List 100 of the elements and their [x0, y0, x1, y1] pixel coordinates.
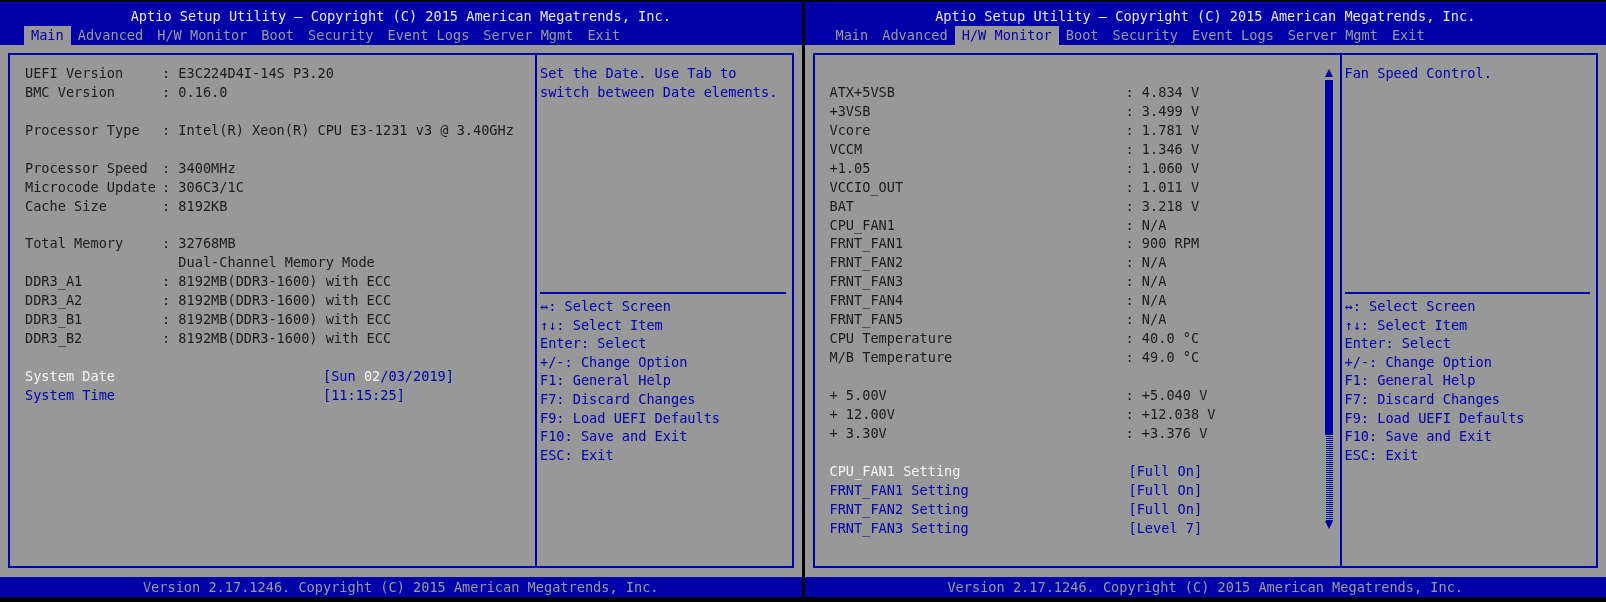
- key-hint: +/-: Change Option: [1344, 352, 1493, 372]
- menu-tab[interactable]: Exit: [1384, 26, 1432, 45]
- version-text: Version 2.17.1246. Copyright (C) 2015 American Megatrends, Inc.: [142, 579, 659, 595]
- field-label: Processor Speed: [25, 158, 149, 178]
- field-label: FRNT_FAN1: [829, 234, 905, 254]
- key-hint: F1: General Help: [540, 371, 672, 390]
- field-value: : +12.038 V: [1125, 404, 1216, 424]
- menu-tab[interactable]: Boot: [254, 26, 301, 45]
- field-value: : 8192KB: [162, 196, 228, 216]
- key-hint: Enter: Select: [540, 334, 648, 353]
- field-label: BAT: [829, 196, 856, 216]
- field-label: + 5.00V: [829, 385, 888, 405]
- field-value: : 1.346 V: [1125, 139, 1200, 159]
- menu-tab[interactable]: Boot: [1058, 26, 1106, 45]
- field-value: : N/A: [1125, 272, 1167, 292]
- menu-tab[interactable]: Main: [24, 26, 71, 45]
- field-value: Dual-Channel Memory Mode: [177, 253, 375, 273]
- field-value: : 40.0 °C: [1125, 329, 1200, 349]
- key-hint: F10: Save and Exit: [540, 427, 689, 446]
- field-value: : 3.218 V: [1125, 196, 1200, 216]
- menu-tab[interactable]: Security: [301, 26, 381, 45]
- setting-item[interactable]: FRNT_FAN3 Setting: [829, 518, 1129, 538]
- key-hint: F7: Discard Changes: [1344, 389, 1501, 409]
- key-hint: ↑↓: Select Item: [540, 315, 664, 335]
- field-value: : +5.040 V: [1125, 385, 1208, 405]
- setting-value[interactable]: [Full On]: [1128, 461, 1203, 481]
- field-label: DDR3_A1: [25, 272, 84, 292]
- field-value: : N/A: [1125, 215, 1167, 235]
- field-value: : 8192MB(DDR3-1600) with ECC: [162, 329, 392, 349]
- menu-tab[interactable]: Exit: [580, 26, 628, 45]
- field-label: Processor Type: [25, 120, 141, 140]
- field-label: Vcore: [829, 120, 872, 140]
- setting-item[interactable]: CPU_FAN1 Setting: [829, 461, 1129, 481]
- setting-value[interactable]: [Full On]: [1128, 480, 1203, 500]
- key-hint: ↔: Select Screen: [1344, 297, 1477, 316]
- menu-tab[interactable]: Security: [1105, 26, 1185, 45]
- key-hint: +/-: Change Option: [540, 352, 689, 372]
- field-value: : 8192MB(DDR3-1600) with ECC: [162, 272, 392, 292]
- window-title: Aptio Setup Utility – Copyright (C) 2015 American Megatrends, Inc.: [129, 7, 672, 26]
- key-hint: F1: General Help: [1344, 371, 1477, 390]
- scrollbar[interactable]: [1324, 69, 1334, 529]
- setting-value[interactable]: [Full On]: [1128, 499, 1203, 519]
- field-value: : 3400MHz: [162, 158, 236, 178]
- key-hint: F9: Load UEFI Defaults: [1344, 408, 1526, 428]
- setting-value[interactable]: [Level 7]: [1128, 518, 1203, 538]
- menu-tab[interactable]: Main: [828, 26, 876, 45]
- field-label: VCCIO_OUT: [829, 177, 905, 197]
- key-hint: F9: Load UEFI Defaults: [540, 408, 722, 428]
- field-label: Microcode Update: [25, 177, 157, 197]
- setting-item[interactable]: System Date: [25, 367, 323, 386]
- key-hint: ESC: Exit: [540, 445, 615, 465]
- field-label: M/B Temperature: [829, 348, 954, 367]
- menu-tab[interactable]: Event Logs: [380, 26, 477, 45]
- field-value: : N/A: [1125, 291, 1167, 311]
- setting-item[interactable]: System Time: [25, 385, 323, 405]
- field-label: CPU Temperature: [829, 329, 954, 349]
- field-value: : E3C224D4I-14S P3.20: [162, 64, 334, 83]
- field-label: FRNT_FAN5: [829, 310, 905, 330]
- field-label: DDR3_A2: [25, 291, 84, 311]
- setting-value[interactable]: [11:15:25]: [323, 385, 405, 405]
- setting-value[interactable]: [Sun 02/03/2019]: [323, 367, 454, 386]
- menu-tab[interactable]: Advanced: [70, 26, 151, 45]
- menu-tab[interactable]: Server Mgmt: [476, 26, 581, 45]
- field-label: +1.05: [829, 158, 872, 178]
- menu-tab[interactable]: Advanced: [875, 26, 955, 45]
- setting-item[interactable]: FRNT_FAN2 Setting: [829, 499, 1129, 519]
- field-value: : 8192MB(DDR3-1600) with ECC: [162, 291, 392, 311]
- field-label: + 3.30V: [829, 423, 888, 443]
- field-label: +3VSB: [829, 101, 872, 121]
- field-label: ATX+5VSB: [829, 82, 896, 102]
- field-value: : N/A: [1125, 310, 1167, 330]
- field-label: UEFI Version: [25, 64, 125, 83]
- menu-tab[interactable]: H/W Monitor: [150, 26, 255, 45]
- scroll-thumb[interactable]: [1325, 80, 1333, 435]
- key-hint: ↑↓: Select Item: [1344, 315, 1469, 335]
- field-label: DDR3_B1: [25, 310, 84, 330]
- field-value: : 32768MB: [162, 234, 236, 254]
- help-text: Set the Date. Use Tab to switch between Date elements.: [540, 55, 786, 294]
- menu-tab[interactable]: Server Mgmt: [1280, 26, 1385, 45]
- field-value: : 3.499 V: [1125, 101, 1200, 121]
- field-label: FRNT_FAN4: [829, 291, 905, 311]
- field-value: : N/A: [1125, 253, 1167, 273]
- menu-tab[interactable]: H/W Monitor: [954, 26, 1059, 45]
- key-hint: Enter: Select: [1344, 334, 1452, 353]
- scroll-up-icon[interactable]: [1325, 69, 1333, 77]
- field-label: Total Memory: [25, 234, 125, 254]
- menu-tab[interactable]: Event Logs: [1185, 26, 1281, 45]
- version-text: Version 2.17.1246. Copyright (C) 2015 American Megatrends, Inc.: [947, 579, 1464, 595]
- field-label: FRNT_FAN3: [829, 272, 905, 292]
- field-label: DDR3_B2: [25, 329, 84, 349]
- key-hint: ↔: Select Screen: [540, 297, 672, 316]
- field-value: : 1.781 V: [1125, 120, 1200, 140]
- setting-item[interactable]: FRNT_FAN1 Setting: [829, 480, 1129, 500]
- field-value: : 306C3/1C: [162, 177, 244, 197]
- field-label: BMC Version: [25, 82, 117, 102]
- window-title: Aptio Setup Utility – Copyright (C) 2015 American Megatrends, Inc.: [934, 7, 1477, 26]
- key-hint: ESC: Exit: [1344, 445, 1420, 465]
- field-value: : 49.0 °C: [1125, 348, 1200, 367]
- field-label: + 12.00V: [829, 404, 896, 424]
- field-label: CPU_FAN1: [829, 215, 896, 235]
